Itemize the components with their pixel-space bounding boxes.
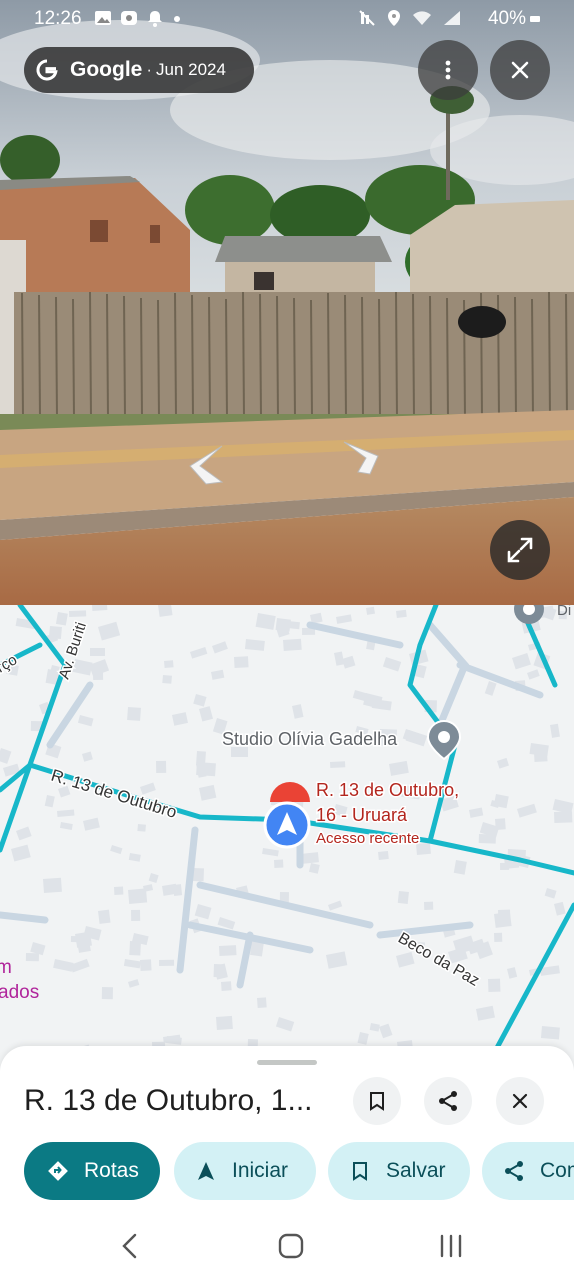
directions-chip[interactable]: Rotas xyxy=(24,1142,160,1200)
expand-street-view-button[interactable] xyxy=(490,520,550,580)
separator-dot: · xyxy=(146,60,153,79)
minor-roads xyxy=(0,621,544,989)
poi-label-studio[interactable]: Studio Olívia Gadelha xyxy=(221,728,400,751)
pin-label-line1: R. 13 de Outubro, xyxy=(316,780,459,800)
more-vert-icon xyxy=(445,60,451,80)
google-brand-label: Google xyxy=(70,58,143,81)
map-label-partial-ados: ados xyxy=(0,982,39,1003)
dot-icon xyxy=(174,16,180,22)
google-g-icon xyxy=(24,47,70,93)
share-icon xyxy=(502,1159,526,1183)
image-icon xyxy=(95,11,111,25)
sheet-drag-handle[interactable] xyxy=(257,1060,317,1065)
pin-label-recent: Acesso recente xyxy=(316,830,419,847)
map-label-partial-di: Di xyxy=(557,605,571,619)
start-chip-label: Iniciar xyxy=(232,1159,289,1182)
directions-icon xyxy=(46,1159,70,1183)
share-icon xyxy=(439,1091,457,1111)
street-view-panel[interactable]: 12:26 40% Google · Jun 2024 xyxy=(0,0,574,605)
save-chip-label: Salvar xyxy=(386,1159,446,1182)
system-nav-bar xyxy=(0,1214,574,1280)
recents-icon[interactable] xyxy=(438,1232,464,1260)
poi-marker-top[interactable] xyxy=(514,605,544,624)
back-icon[interactable] xyxy=(118,1232,142,1260)
battery-icon xyxy=(530,16,540,22)
share-button[interactable] xyxy=(424,1077,472,1125)
status-bar: 12:26 40% xyxy=(0,0,574,38)
current-location-marker[interactable] xyxy=(263,801,311,849)
place-title: R. 13 de Outubro, 1... xyxy=(24,1084,313,1117)
action-chips-row: Rotas Iniciar Salvar Com xyxy=(24,1142,574,1200)
mute-icon xyxy=(359,10,375,26)
imagery-date: Jun 2024 xyxy=(156,60,226,79)
close-icon xyxy=(512,1093,528,1109)
home-icon[interactable] xyxy=(277,1232,305,1260)
save-bookmark-button[interactable] xyxy=(353,1077,401,1125)
map-view[interactable]: m ados R. 13 de Outubro Beco da Paz Av. … xyxy=(0,605,574,1070)
close-sheet-button[interactable] xyxy=(496,1077,544,1125)
location-icon xyxy=(388,10,400,26)
bookmark-icon xyxy=(370,1092,384,1111)
share-chip-label: Com xyxy=(540,1159,574,1182)
map-canvas[interactable]: m ados R. 13 de Outubro Beco da Paz Av. … xyxy=(0,605,574,1070)
close-icon xyxy=(511,61,529,79)
signal-icon xyxy=(444,11,460,25)
navigation-icon xyxy=(194,1159,218,1183)
screen-record-icon xyxy=(121,11,137,25)
expand-icon xyxy=(507,537,533,563)
save-chip[interactable]: Salvar xyxy=(328,1142,470,1200)
start-navigation-chip[interactable]: Iniciar xyxy=(174,1142,316,1200)
map-label-partial-m: m xyxy=(0,957,12,978)
pan-left-arrow[interactable] xyxy=(186,444,226,488)
share-chip[interactable]: Com xyxy=(482,1142,574,1200)
directions-chip-label: Rotas xyxy=(84,1159,139,1182)
wifi-icon xyxy=(413,11,431,25)
notification-bell-icon xyxy=(148,11,162,27)
battery-level: 40% xyxy=(487,8,526,29)
pin-label-line2: 16 - Uruará xyxy=(316,805,408,825)
status-time: 12:26 xyxy=(34,8,82,29)
imagery-attribution-chip[interactable]: Google · Jun 2024 xyxy=(24,47,254,93)
more-options-button[interactable] xyxy=(418,40,478,100)
selected-place-pin[interactable] xyxy=(270,782,310,802)
bookmark-icon xyxy=(348,1159,372,1183)
pan-right-arrow[interactable] xyxy=(340,438,382,478)
close-street-view-button[interactable] xyxy=(490,40,550,100)
